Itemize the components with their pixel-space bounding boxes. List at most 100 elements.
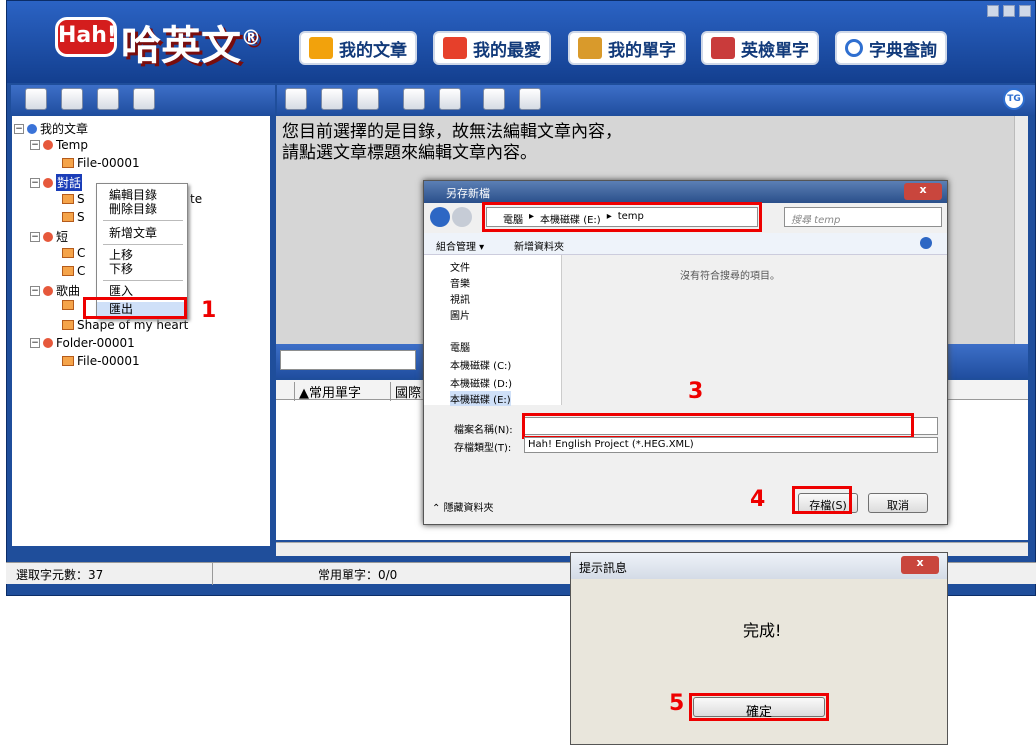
forward-arrow-icon[interactable] [452,207,472,227]
nav-my-favorites[interactable]: 我的最愛 [433,31,551,65]
nav-drive-c[interactable]: 本機磁碟 (C:) [450,357,511,372]
new-folder-icon[interactable] [25,88,47,110]
collapse-icon[interactable]: − [30,338,40,348]
app-header: Hah! 哈英文® 我的文章 我的最愛 我的單字 英檢單字 字典查詢 [7,1,1035,83]
tree-folder-short[interactable]: − 短 [30,228,68,245]
nav-dictionary[interactable]: 字典查詢 [835,31,947,65]
dialog-close-button[interactable]: x [904,183,942,200]
tree-folder-dialogue[interactable]: − 對話 [30,174,83,191]
tree-file[interactable]: C [62,264,85,278]
menu-move-down[interactable]: 下移 [97,262,187,276]
folder-icon [43,231,53,242]
word-search-input[interactable] [280,350,416,370]
organize-menu[interactable]: 組合管理 ▾ [436,238,484,253]
word-box-icon [578,37,602,59]
close-button[interactable] [1019,5,1031,17]
menu-new-article[interactable]: 新增文章 [97,226,187,240]
rename-icon[interactable] [133,88,155,110]
translate-icon[interactable] [439,88,461,110]
filename-label: 檔案名稱(N): [454,425,513,436]
heart-favorite-icon [443,37,467,59]
folder-icon [43,338,53,348]
filetype-select[interactable]: Hah! English Project (*.HEG.XML) [524,437,938,453]
logo-title: 哈英文® [121,23,261,69]
menu-import[interactable]: 匯入 [97,284,187,298]
folder-icon [43,285,53,296]
edit-icon[interactable] [97,88,119,110]
dialog-toolbar: 組合管理 ▾ 新增資料夾 [424,233,947,255]
tree-folder-temp[interactable]: − Temp [30,138,88,152]
folder-icon [43,140,53,150]
collapse-icon[interactable]: − [14,123,24,134]
file-icon [62,356,74,366]
search-icon [845,39,863,57]
back-icon[interactable] [321,88,343,110]
step-5-label: 5 [669,691,685,716]
minimize-button[interactable] [987,5,999,17]
tree-folder-songs[interactable]: − 歌曲 [30,282,80,299]
collapse-icon[interactable]: − [30,140,40,150]
step-1-label: 1 [201,298,217,323]
empty-folder-text: 沒有符合搜尋的項目。 [680,271,780,282]
play-icon[interactable] [285,88,307,110]
alert-close-button[interactable]: x [901,556,939,574]
nav-documents[interactable]: 文件 [450,259,470,274]
mp3-icon[interactable] [357,88,379,110]
word-export-icon[interactable] [403,88,425,110]
step-2-highlight [482,202,762,232]
filetype-label: 存檔類型(T): [454,443,512,454]
file-icon [62,248,74,258]
menu-delete-folder[interactable]: 刪除目錄 [97,202,187,216]
tree-file[interactable]: S [62,210,85,224]
menu-edit-folder[interactable]: 編輯目錄 [97,188,187,202]
menu-move-up[interactable]: 上移 [97,248,187,262]
nav-drive-d[interactable]: 本機磁碟 (D:) [450,375,512,390]
help-icon[interactable] [920,237,932,249]
nav-my-words[interactable]: 我的單字 [568,31,686,65]
grid-col-common-words[interactable]: ▲常用單字 [294,382,390,401]
nav-drive-e[interactable]: 本機磁碟 (E:) [450,391,511,406]
nav-music[interactable]: 音樂 [450,275,470,290]
nav-my-articles[interactable]: 我的文章 [299,31,417,65]
collapse-icon[interactable]: − [30,177,40,188]
folder-icon [27,123,37,134]
tree-file-partial: te [190,192,203,206]
step-4-highlight [792,486,852,514]
corner-badge-icon[interactable]: TG [1003,88,1025,110]
nav-computer[interactable]: 電腦 [450,339,470,354]
back-arrow-icon[interactable] [430,207,450,227]
tree-file[interactable]: File-00001 [62,354,140,368]
tree-file[interactable]: S [62,192,85,206]
settings-icon[interactable] [483,88,505,110]
step-4-label: 4 [750,487,766,512]
article-tree: − 我的文章 − Temp File-00001 − 對話 S te S − 短 C C… [12,116,270,546]
search-input[interactable]: 搜尋 temp [784,207,942,227]
window-icon[interactable] [519,88,541,110]
new-file-icon[interactable] [61,88,83,110]
cancel-button[interactable]: 取消 [868,493,928,513]
nav-pane: 文件 音樂 視訊 圖片 電腦 本機磁碟 (C:) 本機磁碟 (D:) 本機磁碟 … [424,255,562,406]
tree-file[interactable]: C [62,246,85,260]
new-folder-button[interactable]: 新增資料夾 [514,238,564,253]
menu-divider [103,220,183,221]
tree-file[interactable] [62,300,77,310]
step-5-highlight [689,693,829,721]
collapse-icon[interactable]: − [30,231,40,242]
editor-scrollbar[interactable] [1014,116,1028,344]
tree-file[interactable]: File-00001 [62,156,140,170]
abc-article-icon [309,37,333,59]
step-3-highlight [522,413,914,439]
file-icon [62,158,74,168]
alert-title: 提示訊息 [571,553,947,579]
menu-divider [103,244,183,245]
nav-exam-words[interactable]: 英檢單字 [701,31,819,65]
calendar-icon [711,37,735,59]
hide-folders-toggle[interactable]: ⌃ 隱藏資料夾 [432,499,494,514]
tree-root[interactable]: − 我的文章 [14,120,88,137]
maximize-button[interactable] [1003,5,1015,17]
collapse-icon[interactable]: − [30,285,40,296]
nav-pictures[interactable]: 圖片 [450,307,470,322]
nav-video[interactable]: 視訊 [450,291,470,306]
tree-folder-00001[interactable]: − Folder-00001 [30,336,135,350]
tree-file[interactable]: Shape of my heart [62,318,188,332]
